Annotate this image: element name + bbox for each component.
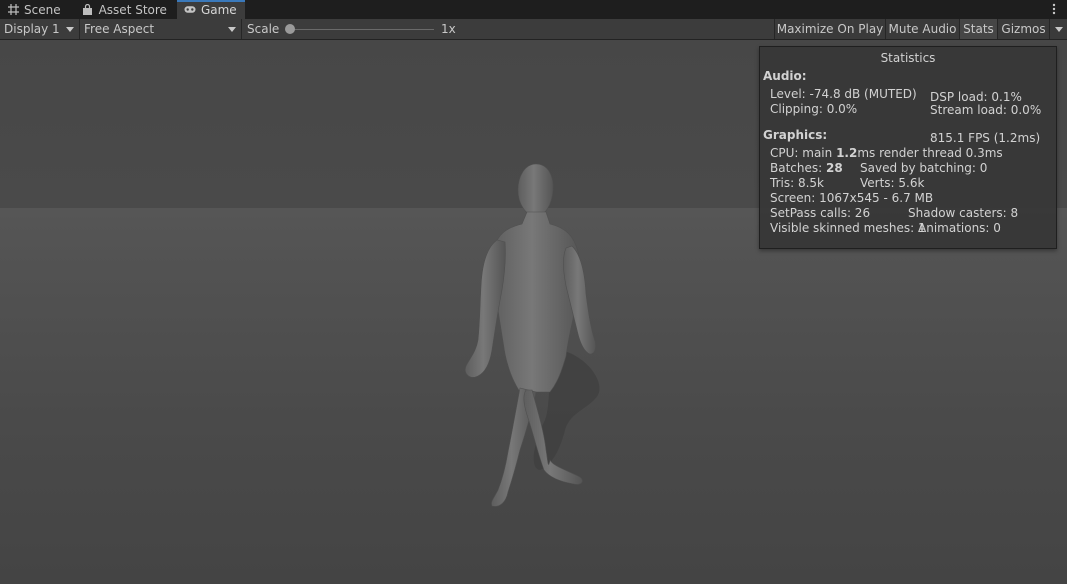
verts-readout: Verts: 5.6k <box>860 176 925 190</box>
gizmos-dropdown[interactable] <box>1049 19 1067 39</box>
graphics-header: Graphics: <box>763 128 828 142</box>
game-view-toolbar: Display 1 Free Aspect Scale 1x Maximize … <box>0 19 1067 40</box>
scale-slider-track[interactable] <box>290 29 434 30</box>
stream-load: Stream load: 0.0% <box>930 103 1042 117</box>
stats-label: Stats <box>963 22 994 36</box>
saved-by-batching: Saved by batching: 0 <box>860 161 988 175</box>
shadow-casters-readout: Shadow casters: 8 <box>908 206 1019 220</box>
dsp-load: DSP load: 0.1% <box>930 90 1022 104</box>
more-options-icon[interactable] <box>1047 2 1061 16</box>
tab-asset-store-label: Asset Store <box>98 2 167 17</box>
cpu-suffix: ms render thread 0.3ms <box>857 146 1003 160</box>
audio-clipping: Clipping: 0.0% <box>770 102 858 116</box>
grid-icon <box>7 4 19 16</box>
bag-icon <box>82 3 94 16</box>
statistics-title: Statistics <box>880 51 936 65</box>
batches-prefix: Batches: <box>770 161 826 175</box>
audio-level: Level: -74.8 dB (MUTED) <box>770 87 917 101</box>
maximize-on-play-label: Maximize On Play <box>776 22 884 36</box>
mute-audio-label: Mute Audio <box>888 22 957 36</box>
scale-slider-thumb[interactable] <box>285 24 295 34</box>
display-dropdown-label: Display 1 <box>4 22 60 36</box>
gizmos-button[interactable]: Gizmos <box>997 19 1049 39</box>
aspect-dropdown[interactable]: Free Aspect <box>80 19 242 39</box>
gamepad-icon <box>184 4 196 16</box>
audio-header: Audio: <box>763 69 807 83</box>
tab-game[interactable]: Game <box>176 0 245 19</box>
aspect-dropdown-label: Free Aspect <box>84 22 155 36</box>
fps-readout: 815.1 FPS (1.2ms) <box>930 131 1041 145</box>
cpu-readout: CPU: main 1.2ms render thread 0.3ms <box>770 146 1003 160</box>
tab-asset-store[interactable]: Asset Store <box>75 0 175 19</box>
maximize-on-play-button[interactable]: Maximize On Play <box>774 19 885 39</box>
stats-button[interactable]: Stats <box>959 19 997 39</box>
humanoid-character <box>465 163 596 507</box>
animations-readout: Animations: 0 <box>918 221 1001 235</box>
tris-readout: Tris: 8.5k <box>770 176 824 190</box>
tab-scene[interactable]: Scene <box>0 0 69 19</box>
skinned-meshes-readout: Visible skinned meshes: 1 <box>770 221 926 235</box>
chevron-down-icon <box>66 27 74 32</box>
tab-game-label: Game <box>200 2 237 17</box>
gizmos-label: Gizmos <box>1001 22 1046 36</box>
batches-value: 28 <box>826 161 843 175</box>
scale-value: 1x <box>441 22 456 36</box>
screen-readout: Screen: 1067x545 - 6.7 MB <box>770 191 934 205</box>
display-dropdown[interactable]: Display 1 <box>0 19 80 39</box>
editor-tab-bar: Scene Asset Store Game <box>0 0 1067 19</box>
tab-scene-label: Scene <box>24 2 61 17</box>
cpu-main-value: 1.2 <box>836 146 858 160</box>
statistics-panel: Statistics Audio: Level: -74.8 dB (MUTED… <box>759 46 1057 249</box>
chevron-down-icon <box>228 27 236 32</box>
setpass-readout: SetPass calls: 26 <box>770 206 871 220</box>
cpu-prefix: CPU: main <box>770 146 837 160</box>
mute-audio-button[interactable]: Mute Audio <box>885 19 959 39</box>
batches-readout: Batches: 28 <box>770 161 843 175</box>
scale-label: Scale <box>247 22 280 36</box>
chevron-down-icon <box>1054 26 1063 32</box>
